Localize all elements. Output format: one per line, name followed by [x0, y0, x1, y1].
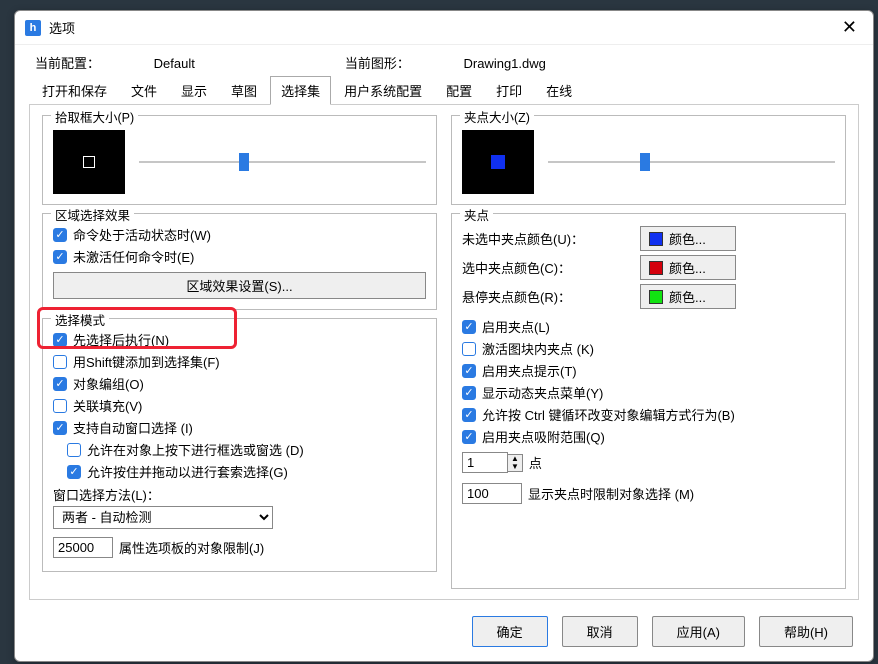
app-icon: h — [25, 20, 41, 36]
cb-press-drag-box[interactable] — [67, 443, 81, 457]
cb-region-idle[interactable]: ✓ — [53, 250, 67, 264]
cb-ctrl-cycle-label: 允许按 Ctrl 键循环改变对象编辑方式行为(B) — [482, 405, 735, 424]
region-title: 区域选择效果 — [51, 205, 134, 224]
help-button[interactable]: 帮助(H) — [759, 616, 853, 647]
titlebar: h 选项 ✕ — [15, 11, 873, 45]
cb-enable-grips-label: 启用夹点(L) — [482, 317, 550, 336]
cb-hold-drag-lasso[interactable]: ✓ — [67, 465, 81, 479]
options-dialog: h 选项 ✕ 当前配置： Default 当前图形： Drawing1.dwg … — [14, 10, 874, 662]
cb-grip-tips[interactable]: ✓ — [462, 364, 476, 378]
snap-range-input[interactable] — [462, 452, 508, 473]
swatch-unsel — [649, 232, 663, 246]
cb-enable-grips[interactable]: ✓ — [462, 320, 476, 334]
cb-block-grips-label: 激活图块内夹点 (K) — [482, 339, 594, 358]
gripsize-slider[interactable] — [548, 151, 835, 173]
cb-assoc-hatch-label: 关联填充(V) — [73, 396, 142, 415]
cb-object-group[interactable]: ✓ — [53, 377, 67, 391]
swatch-sel — [649, 261, 663, 275]
cb-object-group-label: 对象编组(O) — [73, 374, 144, 393]
cb-block-grips[interactable] — [462, 342, 476, 356]
window-title: 选项 — [49, 18, 836, 37]
pickbox-title: 拾取框大小(P) — [51, 107, 138, 126]
ok-button[interactable]: 确定 — [472, 616, 548, 647]
cb-press-drag-box-label: 允许在对象上按下进行框选或窗选 (D) — [87, 440, 304, 459]
cb-grip-tips-label: 启用夹点提示(T) — [482, 361, 577, 380]
tab-online[interactable]: 在线 — [535, 76, 583, 105]
cb-auto-window[interactable]: ✓ — [53, 421, 67, 435]
cb-auto-window-label: 支持自动窗口选择 (I) — [73, 418, 193, 437]
winmethod-label: 窗口选择方法(L)： — [53, 485, 426, 504]
cb-dyn-menu[interactable]: ✓ — [462, 386, 476, 400]
cb-hold-drag-lasso-label: 允许按住并拖动以进行套索选择(G) — [87, 462, 288, 481]
drawing-label: 当前图形： — [345, 56, 410, 71]
color-hover-label: 悬停夹点颜色(R)： — [462, 287, 632, 306]
cb-grip-snap[interactable]: ✓ — [462, 430, 476, 444]
drawing-value: Drawing1.dwg — [463, 56, 545, 71]
right-column: 夹点大小(Z) 夹点 未选中夹点颜色(U)： 颜色... 选中夹点颜色(C)： … — [451, 115, 846, 589]
close-icon[interactable]: ✕ — [836, 17, 863, 38]
cb-region-active[interactable]: ✓ — [53, 228, 67, 242]
gripsize-title: 夹点大小(Z) — [460, 107, 534, 126]
cb-shift-add[interactable] — [53, 355, 67, 369]
grips-title: 夹点 — [460, 205, 493, 224]
tab-user[interactable]: 用户系统配置 — [333, 76, 433, 105]
color-unsel-label: 未选中夹点颜色(U)： — [462, 229, 632, 248]
config-value: Default — [154, 56, 195, 71]
color-sel-button[interactable]: 颜色... — [640, 255, 736, 280]
left-column: 拾取框大小(P) 区域选择效果 ✓ 命令处于活动状态时(W) ✓ 未激活任何命令时(… — [42, 115, 437, 589]
cb-assoc-hatch[interactable] — [53, 399, 67, 413]
cb-region-active-label: 命令处于活动状态时(W) — [73, 225, 211, 244]
swatch-hover — [649, 290, 663, 304]
tab-profile[interactable]: 配置 — [435, 76, 483, 105]
selection-mode-group: 选择模式 ✓先选择后执行(N) 用Shift键添加到选择集(F) ✓对象编组(O… — [42, 318, 437, 572]
pickbox-preview — [53, 130, 125, 194]
selmode-title: 选择模式 — [51, 310, 109, 329]
property-limit-input[interactable] — [53, 537, 113, 558]
cb-shift-add-label: 用Shift键添加到选择集(F) — [73, 352, 220, 371]
cb-ctrl-cycle[interactable]: ✓ — [462, 408, 476, 422]
grip-limit-label: 显示夹点时限制对象选择 (M) — [528, 484, 694, 503]
tab-open-save[interactable]: 打开和保存 — [31, 76, 118, 105]
grip-preview — [462, 130, 534, 194]
cancel-button[interactable]: 取消 — [562, 616, 638, 647]
snap-range-spinner[interactable]: ▲▼ — [462, 452, 523, 473]
color-unsel-button[interactable]: 颜色... — [640, 226, 736, 251]
cb-preselect-label: 先选择后执行(N) — [73, 330, 169, 349]
color-sel-label: 选中夹点颜色(C)： — [462, 258, 632, 277]
region-settings-button[interactable]: 区域效果设置(S)... — [53, 272, 426, 299]
pickbox-group: 拾取框大小(P) — [42, 115, 437, 205]
cb-grip-snap-label: 启用夹点吸附范围(Q) — [482, 427, 605, 446]
spin-down-icon[interactable]: ▼ — [508, 463, 522, 471]
footer: 确定 取消 应用(A) 帮助(H) — [15, 608, 873, 661]
apply-button[interactable]: 应用(A) — [652, 616, 745, 647]
tab-display[interactable]: 显示 — [170, 76, 218, 105]
snap-range-label: 点 — [529, 453, 542, 472]
cb-preselect[interactable]: ✓ — [53, 333, 67, 347]
tab-selection[interactable]: 选择集 — [270, 76, 331, 105]
gripsize-group: 夹点大小(Z) — [451, 115, 846, 205]
tab-bar: 打开和保存 文件 显示 草图 选择集 用户系统配置 配置 打印 在线 — [15, 76, 873, 105]
region-group: 区域选择效果 ✓命令处于活动状态时(W) ✓未激活任何命令时(E) 区域效果设置… — [42, 213, 437, 310]
cb-region-idle-label: 未激活任何命令时(E) — [73, 247, 194, 266]
grips-group: 夹点 未选中夹点颜色(U)： 颜色... 选中夹点颜色(C)： 颜色... 悬停… — [451, 213, 846, 589]
grip-limit-input[interactable] — [462, 483, 522, 504]
pickbox-slider[interactable] — [139, 151, 426, 173]
window-method-select[interactable]: 两者 - 自动检测 — [53, 506, 273, 529]
tab-print[interactable]: 打印 — [485, 76, 533, 105]
info-row: 当前配置： Default 当前图形： Drawing1.dwg — [15, 45, 873, 76]
cb-dyn-menu-label: 显示动态夹点菜单(Y) — [482, 383, 603, 402]
content-pane: 拾取框大小(P) 区域选择效果 ✓ 命令处于活动状态时(W) ✓ 未激活任何命令时(… — [29, 104, 859, 600]
tab-file[interactable]: 文件 — [120, 76, 168, 105]
color-hover-button[interactable]: 颜色... — [640, 284, 736, 309]
tab-draft[interactable]: 草图 — [220, 76, 268, 105]
property-limit-label: 属性选项板的对象限制(J) — [119, 538, 264, 557]
config-label: 当前配置： — [35, 56, 100, 71]
